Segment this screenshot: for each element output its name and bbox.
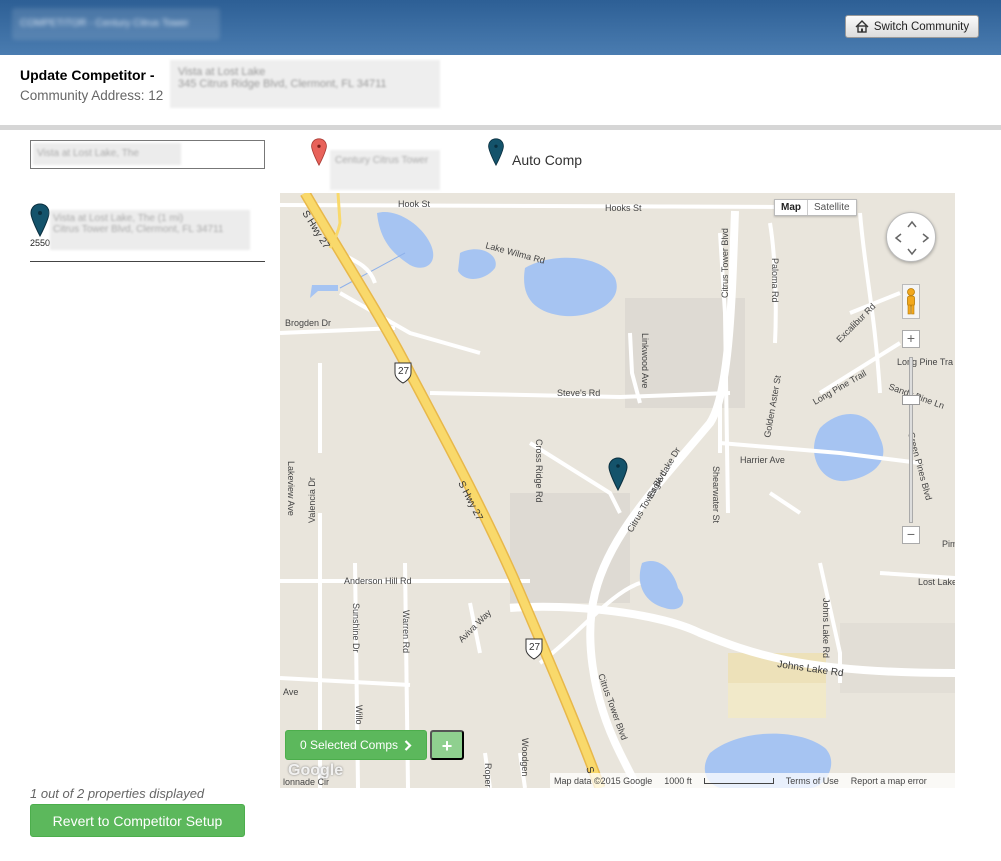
switch-community-label: Switch Community — [873, 20, 970, 33]
report-map-error-link[interactable]: Report a map error — [851, 776, 927, 786]
add-comp-button[interactable]: + — [430, 730, 464, 760]
redacted-competitor-name: Vista at Lost Lake — [178, 66, 266, 78]
property-info-redacted: Vista at Lost Lake, The (1 mi) Citrus To… — [50, 210, 250, 250]
scale-bar — [703, 777, 774, 784]
map-type-satellite-button[interactable]: Satellite — [808, 200, 856, 215]
road-lakeview: Lakeview Ave — [286, 461, 296, 516]
road-valencia: Valencia Dr — [307, 477, 317, 523]
legend-auto-comp: Auto Comp — [485, 138, 582, 190]
road-long-pine-right: Long Pine Tra — [897, 357, 953, 367]
selected-comps-label: 0 Selected Comps — [299, 738, 399, 752]
map-attribution-bar: Map data ©2015 Google 1000 ft Terms of U… — [550, 773, 955, 788]
page-title: Update Competitor - — [20, 67, 155, 83]
map-pin-blue-icon — [30, 203, 50, 237]
road-harrier: Harrier Ave — [740, 455, 785, 465]
property-address-prefix: 2550 — [30, 238, 51, 248]
legend-auto-comp-label: Auto Comp — [512, 152, 583, 168]
pan-arrows-icon — [894, 220, 930, 256]
top-bar: COMPETITOR - Century Citrus Tower Switch… — [0, 0, 1001, 55]
street-view-pegman[interactable] — [902, 284, 920, 319]
property-list-item[interactable]: 2550 Vista at Lost Lake, The (1 mi) Citr… — [30, 200, 265, 262]
map-type-control: Map Satellite — [774, 199, 857, 216]
road-anderson-hill: Anderson Hill Rd — [344, 576, 412, 586]
chevron-right-icon — [404, 739, 412, 751]
map-canvas[interactable]: 27 27 Hook St Hooks St Lake Wilma Rd Bro… — [280, 193, 955, 788]
redacted-header-info: Vista at Lost Lake 345 Citrus Ridge Blvd… — [170, 60, 440, 108]
road-roper: Roper — [483, 763, 493, 788]
road-linkwood: Linkwood Ave — [640, 333, 650, 388]
road-steves: Steve's Rd — [557, 388, 600, 398]
map-type-map-button[interactable]: Map — [775, 200, 808, 215]
zoom-slider-track[interactable] — [909, 357, 913, 523]
header-divider — [0, 125, 1001, 130]
map-pin-blue-icon — [488, 138, 504, 166]
road-citrus-tower-vertical: Citrus Tower Blvd — [720, 228, 730, 298]
search-value-redacted: Vista at Lost Lake, The — [33, 143, 181, 165]
map-pin-red-icon — [311, 138, 327, 167]
community-address: Community Address: 12 — [20, 88, 164, 103]
google-logo: Google — [288, 762, 344, 779]
legend-community: Century Citrus Tower — [308, 138, 440, 190]
zoom-slider-thumb[interactable] — [902, 395, 920, 405]
road-hook-st: Hook St — [398, 199, 431, 209]
home-icon — [855, 20, 869, 33]
road-sunshine: Sunshine Dr — [351, 603, 361, 653]
route-27-label-bottom: 27 — [529, 642, 541, 653]
route-27-label-top: 27 — [398, 366, 410, 377]
road-woodgen: Woodgen — [520, 738, 530, 776]
road-hooks-st: Hooks St — [605, 203, 642, 213]
switch-community-button[interactable]: Switch Community — [845, 15, 979, 38]
road-pim: Pim — [942, 539, 955, 549]
map-tiles: 27 27 Hook St Hooks St Lake Wilma Rd Bro… — [280, 193, 955, 788]
map-data-attribution: Map data ©2015 Google — [554, 775, 653, 786]
selected-comps-button[interactable]: 0 Selected Comps — [285, 730, 427, 760]
terms-of-use-link[interactable]: Terms of Use — [786, 776, 839, 786]
road-cross-ridge: Cross Ridge Rd — [534, 439, 544, 503]
road-brogden: Brogden Dr — [285, 318, 331, 328]
pan-control[interactable] — [886, 212, 936, 262]
property-search-input[interactable]: Vista at Lost Lake, The — [30, 140, 265, 169]
road-johns-lake-vertical: Johns Lake Rd — [821, 598, 831, 658]
zoom-out-button[interactable]: − — [902, 526, 920, 544]
pegman-icon — [907, 288, 915, 315]
properties-count: 1 out of 2 properties displayed — [30, 786, 205, 801]
redacted-address: 345 Citrus Ridge Blvd, Clermont, FL 3471… — [178, 78, 387, 90]
road-warren: Warren Rd — [401, 610, 411, 653]
road-willo: Willo — [354, 705, 364, 725]
scale-label: 1000 ft — [664, 775, 692, 786]
property-name-redacted: Vista at Lost Lake, The (1 mi) — [53, 213, 184, 224]
road-shearwater: Shearwater St — [711, 466, 721, 524]
revert-to-competitor-setup-button[interactable]: Revert to Competitor Setup — [30, 804, 245, 837]
zoom-in-button[interactable]: + — [902, 330, 920, 348]
legend-community-redacted: Century Citrus Tower — [330, 150, 440, 190]
property-address-redacted: Citrus Tower Blvd, Clermont, FL 34711 — [53, 224, 224, 235]
road-lost-lake: Lost Lake — [918, 577, 955, 587]
brand-title: COMPETITOR - Century Citrus Tower — [12, 8, 220, 40]
road-paloma: Paloma Rd — [770, 258, 780, 303]
road-ave: Ave — [283, 687, 298, 697]
page-header: Update Competitor - Community Address: 1… — [0, 55, 1001, 125]
